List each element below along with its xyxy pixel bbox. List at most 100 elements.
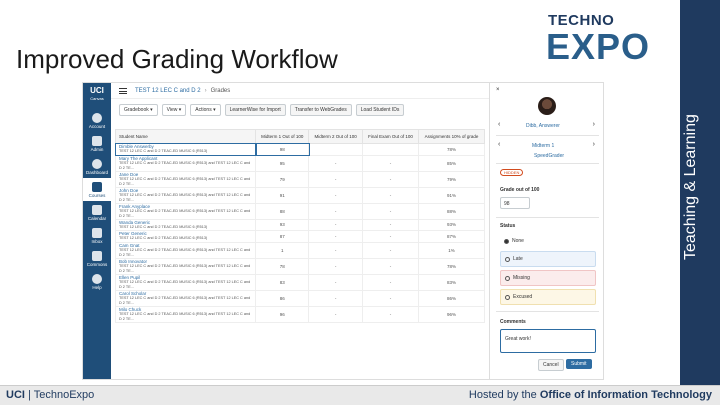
nav-commons[interactable]: Commons — [83, 247, 111, 270]
tray-assignment-name[interactable]: Midterm 1 — [532, 143, 554, 149]
student-name-cell[interactable]: Ellen Pupil TEST 12 LEC C and D 2 TEAC-ED… — [115, 273, 256, 291]
grade-cell-as[interactable]: 93% — [418, 218, 485, 232]
grade-cell-m2[interactable]: - — [308, 273, 363, 291]
status-none-radio[interactable]: None — [500, 233, 596, 249]
grade-cell-m2[interactable]: - — [308, 186, 363, 204]
next-assignment-icon[interactable]: › — [593, 141, 595, 148]
grade-cell-m2[interactable]: - — [308, 257, 363, 275]
breadcrumb-course[interactable]: TEST 12 LEC C and D 2 — [135, 88, 201, 94]
tray-student-name[interactable]: Dibb, Answerer — [526, 123, 560, 129]
nav-courses[interactable]: Courses — [83, 178, 111, 201]
grade-cell-m1[interactable]: 88 — [254, 202, 310, 220]
comment-textarea[interactable]: Great work! — [500, 329, 596, 353]
grade-cell-m1[interactable]: 83 — [254, 273, 310, 291]
grade-cell-m1[interactable]: 1 — [254, 241, 310, 259]
grade-cell-as[interactable]: 1% — [418, 241, 485, 259]
grade-cell-fe[interactable]: - — [361, 218, 420, 232]
prev-assignment-icon[interactable]: ‹ — [498, 141, 500, 148]
view-menu[interactable]: View ▾ — [161, 104, 187, 116]
grade-cell-fe[interactable]: - — [361, 289, 420, 307]
cancel-button[interactable]: Cancel — [538, 359, 564, 371]
student-name-cell[interactable]: Frank Anyplace TEST 12 LEC C and D 2 TEAC… — [115, 202, 256, 220]
grade-input[interactable]: 98 — [500, 197, 530, 209]
grade-cell-m1[interactable]: 95 — [254, 154, 310, 172]
grade-cell-m2[interactable]: - — [308, 289, 363, 307]
grade-cell-as[interactable]: 86% — [418, 289, 485, 307]
speedgrader-link[interactable]: SpeedGrader — [534, 153, 564, 159]
student-section: TEST 12 LEC C and D 2 TEAC-ED MUSIC 6 (R… — [119, 176, 251, 186]
student-name-cell[interactable]: Milo Chuck TEST 12 LEC C and D 2 TEAC-ED … — [115, 305, 256, 323]
grade-cell-m2[interactable]: - — [308, 170, 363, 188]
status-excused-radio[interactable]: Excused — [500, 289, 596, 305]
grade-cell-fe[interactable]: - — [361, 257, 420, 275]
grade-cell-m1[interactable]: 87 — [254, 230, 310, 243]
nav-inbox[interactable]: Inbox — [83, 224, 111, 247]
grade-cell-fe[interactable]: - — [361, 186, 420, 204]
grade-cell-m1[interactable]: 86 — [254, 289, 310, 307]
grade-cell-as[interactable]: 83% — [418, 273, 485, 291]
prev-student-icon[interactable]: ‹ — [498, 121, 500, 128]
grade-cell-m2[interactable]: - — [308, 202, 363, 220]
close-icon[interactable]: × — [496, 87, 500, 93]
grade-cell-m2[interactable]: - — [308, 154, 363, 172]
grade-cell-fe[interactable]: - — [361, 273, 420, 291]
grade-cell-as[interactable]: 78% — [418, 143, 485, 156]
grade-cell-fe[interactable]: - — [361, 230, 420, 243]
grade-cell-as[interactable]: 88% — [418, 202, 485, 220]
learnerwise-import-button[interactable]: LearnerWise for Import — [224, 104, 286, 116]
grade-cell-as[interactable]: 78% — [418, 257, 485, 275]
col-midterm-2[interactable]: Midterm 2 Out of 100 — [308, 129, 363, 144]
grade-cell-m1[interactable]: 96 — [254, 305, 310, 323]
student-name-cell[interactable]: Peter Generic TEST 12 LEC C and D 2 TEAC-… — [115, 230, 256, 243]
grade-cell-m2[interactable] — [308, 143, 363, 156]
actions-menu[interactable]: Actions ▾ — [190, 104, 221, 116]
student-name-cell[interactable]: Jane Doe TEST 12 LEC C and D 2 TEAC-ED MU… — [115, 170, 256, 188]
grade-cell-as[interactable]: 85% — [418, 154, 485, 172]
col-final-exam[interactable]: Final Exam Out of 100 — [361, 129, 420, 144]
nav-label: Calendar — [87, 216, 107, 221]
status-missing-radio[interactable]: Missing — [500, 270, 596, 286]
grade-cell-fe[interactable]: - — [361, 202, 420, 220]
col-assignments[interactable]: Assignments 10% of grade — [418, 129, 485, 144]
grade-cell-fe[interactable]: - — [361, 170, 420, 188]
grade-cell-m2[interactable]: - — [308, 218, 363, 232]
student-name-cell[interactable]: Carol Scholar TEST 12 LEC C and D 2 TEAC-… — [115, 289, 256, 307]
nav-account[interactable]: Account — [83, 109, 111, 132]
grade-cell-as[interactable]: 79% — [418, 170, 485, 188]
next-student-icon[interactable]: › — [593, 121, 595, 128]
col-student-name[interactable]: Student Name — [115, 129, 256, 144]
grade-cell-m1[interactable]: 78 — [254, 257, 310, 275]
student-name-cell[interactable]: Bob Innovator TEST 12 LEC C and D 2 TEAC-… — [115, 257, 256, 275]
gradebook-menu[interactable]: Gradebook ▾ — [119, 104, 158, 116]
status-late-radio[interactable]: Late — [500, 251, 596, 267]
nav-help[interactable]: Help — [83, 270, 111, 293]
uci-canvas-logo[interactable]: UCI Canvas — [83, 83, 111, 109]
grade-cell-m2[interactable]: - — [308, 305, 363, 323]
grade-cell-as[interactable]: 96% — [418, 305, 485, 323]
nav-admin[interactable]: Admin — [83, 132, 111, 155]
student-name-cell[interactable]: Wanda Generic TEST 12 LEC C and D 2 TEAC-… — [115, 218, 256, 232]
nav-calendar[interactable]: Calendar — [83, 201, 111, 224]
grade-cell-fe[interactable] — [361, 143, 420, 156]
load-student-ids-button[interactable]: Load Student IDs — [355, 104, 405, 116]
hamburger-icon[interactable] — [119, 87, 127, 94]
grade-cell-m2[interactable]: - — [308, 241, 363, 259]
transfer-webgrades-button[interactable]: Transfer to WebGrades — [289, 104, 352, 116]
grade-cell-fe[interactable]: - — [361, 305, 420, 323]
student-name-cell[interactable]: Mary The Applicant TEST 12 LEC C and D 2 … — [115, 154, 256, 172]
student-name-cell[interactable]: John Doe TEST 12 LEC C and D 2 TEAC-ED MU… — [115, 186, 256, 204]
grade-cell-fe[interactable]: - — [361, 241, 420, 259]
grade-cell-m1[interactable]: 93 — [254, 218, 310, 232]
grade-cell-fe[interactable]: - — [361, 154, 420, 172]
grade-cell-as[interactable]: 91% — [418, 186, 485, 204]
col-midterm-1[interactable]: Midterm 1 Out of 100 — [254, 129, 310, 144]
student-name-cell[interactable]: Cam Gnat TEST 12 LEC C and D 2 TEAC-ED MU… — [115, 241, 256, 259]
grade-cell-m2[interactable]: - — [308, 230, 363, 243]
submit-button[interactable]: Submit — [566, 359, 592, 369]
nav-dashboard[interactable]: Dashboard — [83, 155, 111, 178]
student-name-cell[interactable]: Dimble Answerby TEST 12 LEC C and D 2 TEA… — [114, 142, 257, 157]
grade-cell-as[interactable]: 87% — [418, 230, 485, 243]
grade-cell-m1[interactable]: 79 — [254, 170, 310, 188]
grade-cell-m1[interactable]: 91 — [254, 186, 310, 204]
grade-cell-m1[interactable]: 98 — [254, 142, 310, 157]
